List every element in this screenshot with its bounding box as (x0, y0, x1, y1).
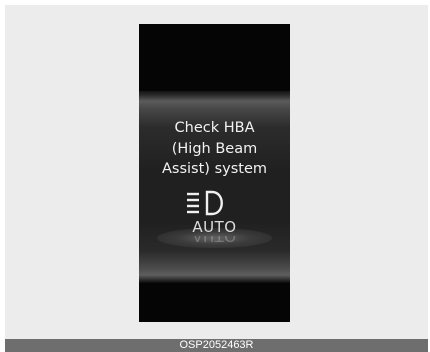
message-line-2: (High Beam (171, 140, 258, 157)
auto-mode-label-reflection: AUTO (192, 236, 237, 245)
auto-mode-label: AUTO (192, 218, 237, 236)
message-line-1: Check HBA (174, 120, 255, 136)
high-beam-headlamp-icon (187, 190, 223, 216)
message-line-3: Assist) system (162, 161, 267, 177)
hba-warning-message: Check HBA (High Beam Assist) system (139, 118, 290, 180)
cluster-lcd-display: Check HBA (High Beam Assist) system AUTO… (139, 24, 290, 322)
illustration-page: Check HBA (High Beam Assist) system AUTO… (0, 0, 430, 352)
figure-code: OSP2052463R (179, 339, 254, 351)
